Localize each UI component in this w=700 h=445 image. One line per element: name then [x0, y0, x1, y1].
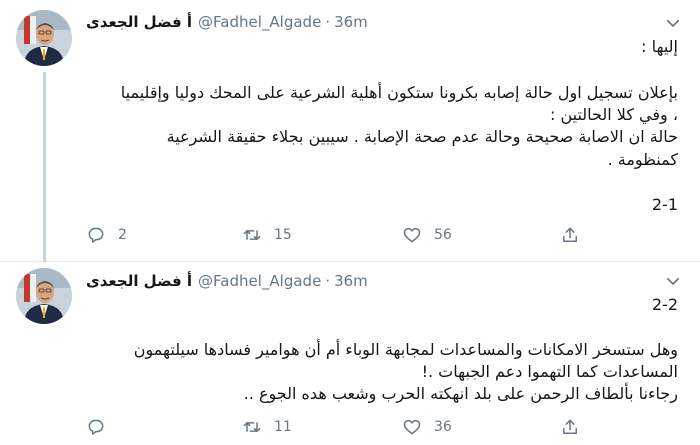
retweet-button[interactable]: 11 [242, 415, 292, 439]
retweet-icon [243, 422, 261, 432]
like-button[interactable]: 56 [402, 223, 452, 247]
retweet-count: 15 [274, 227, 292, 243]
retweet-icon [243, 230, 261, 240]
like-count: 36 [434, 419, 452, 435]
like-count: 56 [434, 227, 452, 243]
share-icon [563, 419, 577, 434]
tweet-header: أ فضل الجعدى @Fadhel_Algade · 36m [86, 269, 368, 293]
separator-dot: · [325, 13, 331, 31]
tweet-actions: 2 15 56 [86, 223, 586, 247]
tweet-text-line: إليها : [641, 37, 678, 56]
reply-icon [88, 227, 104, 243]
retweet-button[interactable]: 15 [242, 223, 292, 247]
tweet[interactable]: أ فضل الجعدى @Fadhel_Algade · 36m إليها … [0, 0, 700, 262]
reply-button[interactable] [86, 415, 118, 439]
user-handle[interactable]: @Fadhel_Algade [198, 13, 321, 31]
tweet-text-line: كمنظومة . [607, 150, 678, 169]
tweet[interactable]: أ فضل الجعدى @Fadhel_Algade · 36m 2-2 وه… [0, 262, 700, 445]
tweet-header: أ فضل الجعدى @Fadhel_Algade · 36m [86, 10, 368, 34]
share-button[interactable] [560, 223, 580, 247]
display-name[interactable]: أ فضل الجعدى [86, 13, 192, 31]
share-icon [563, 227, 577, 242]
heart-icon [403, 419, 421, 435]
like-button[interactable]: 36 [402, 415, 452, 439]
heart-icon [403, 227, 421, 243]
tweet-text-line: 2-2 [651, 295, 678, 314]
share-button[interactable] [560, 415, 580, 439]
chevron-down-icon[interactable] [664, 14, 682, 32]
reply-button[interactable]: 2 [86, 223, 127, 247]
reply-icon [88, 419, 104, 435]
tweet-text-line: رجاءنا بألطاف الرحمن على بلد انهكته الحر… [243, 384, 678, 403]
tweet-text-line: حالة ان الاصابة صحيحة وحالة عدم صحة الإص… [166, 127, 678, 146]
separator-dot: · [325, 272, 331, 290]
tweet-text-line: بإعلان تسجيل اول حالة إصابه بكرونا ستكون… [120, 83, 678, 102]
avatar[interactable] [16, 10, 72, 66]
tweet-text-line: وهل ستسخر الامكانات والمساعدات لمجابهة ا… [133, 340, 678, 359]
tweet-actions: 11 36 [86, 415, 586, 439]
avatar[interactable] [16, 268, 72, 324]
tweet-text-line: ، وفي كلا الحالتين : [549, 105, 678, 124]
timestamp[interactable]: 36m [334, 13, 368, 31]
reply-count: 2 [118, 227, 127, 243]
tweet-text-line: 2-1 [651, 195, 678, 214]
retweet-count: 11 [274, 419, 292, 435]
user-handle[interactable]: @Fadhel_Algade [198, 272, 321, 290]
chevron-down-icon[interactable] [664, 272, 682, 290]
display-name[interactable]: أ فضل الجعدى [86, 272, 192, 290]
thread-line [43, 72, 46, 262]
tweet-text-line: المساعدات كما التهموا دعم الجبهات .! [421, 362, 678, 381]
timestamp[interactable]: 36m [334, 272, 368, 290]
